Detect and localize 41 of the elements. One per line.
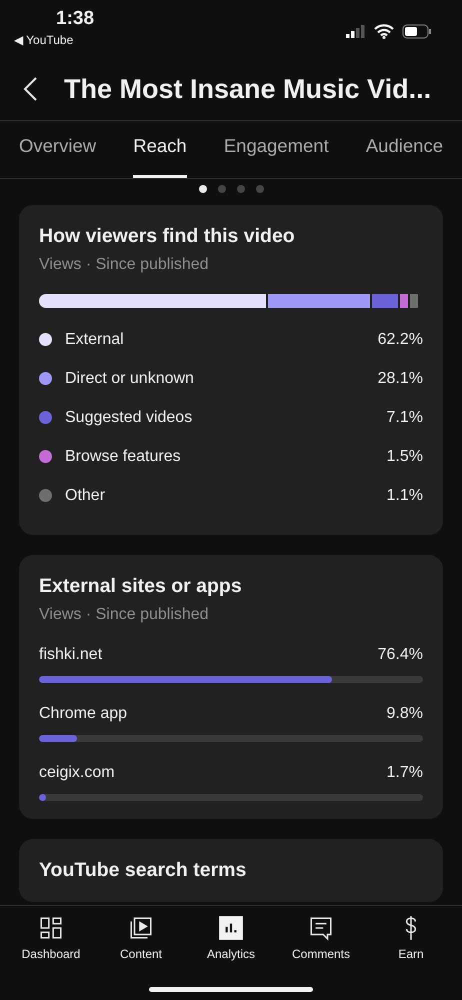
card-title: How viewers find this video — [39, 225, 296, 248]
nav-item[interactable]: Content — [102, 914, 180, 1000]
clock-time: 1:38 — [56, 8, 94, 30]
source-percent: 7.1% — [386, 408, 423, 426]
site-name: Chrome app — [39, 705, 128, 723]
back-button[interactable] — [22, 76, 38, 102]
card-title: YouTube search terms — [39, 859, 248, 882]
tab[interactable]: Engagement — [224, 121, 329, 178]
card-title: External sites or apps — [39, 575, 243, 598]
tab[interactable]: Audience — [366, 121, 443, 178]
site-percent: 76.4% — [378, 646, 423, 664]
nav-item[interactable]: Earn — [372, 914, 450, 1000]
source-label: Browse features — [65, 448, 182, 466]
source-percent: 62.2% — [378, 330, 423, 348]
signal-icon — [346, 24, 366, 38]
site-name: fishki.net — [39, 646, 102, 664]
source-label: External — [65, 330, 125, 348]
nav-item[interactable]: Analytics — [192, 914, 270, 1000]
source-label: Direct or unknown — [65, 370, 195, 388]
back-to-app-link[interactable]: ◀ YouTube — [14, 33, 74, 47]
nav-item[interactable]: Comments — [282, 914, 360, 1000]
nav-item[interactable]: Dashboard — [12, 914, 90, 1000]
tab[interactable]: Reach — [133, 121, 187, 178]
wifi-icon — [374, 24, 394, 38]
site-percent: 9.8% — [386, 705, 423, 723]
source-label: Suggested videos — [65, 408, 194, 426]
play-icon — [128, 915, 154, 941]
site-percent: 1.7% — [386, 764, 423, 782]
battery-icon — [402, 24, 432, 38]
comment-icon — [308, 915, 334, 941]
source-percent: 28.1% — [378, 370, 423, 388]
card-subtitle: Views · Since published — [39, 606, 210, 624]
tab[interactable]: Overview — [19, 121, 96, 178]
video-title: The Most Insane Music Vid... — [64, 74, 432, 104]
chart-icon — [218, 915, 244, 941]
site-name: ceigix.com — [39, 764, 115, 782]
source-label: Other — [65, 486, 106, 504]
source-percent: 1.1% — [386, 486, 423, 504]
dashboard-icon — [38, 915, 64, 941]
card-subtitle: Views · Since published — [39, 256, 210, 274]
source-percent: 1.5% — [386, 448, 423, 466]
